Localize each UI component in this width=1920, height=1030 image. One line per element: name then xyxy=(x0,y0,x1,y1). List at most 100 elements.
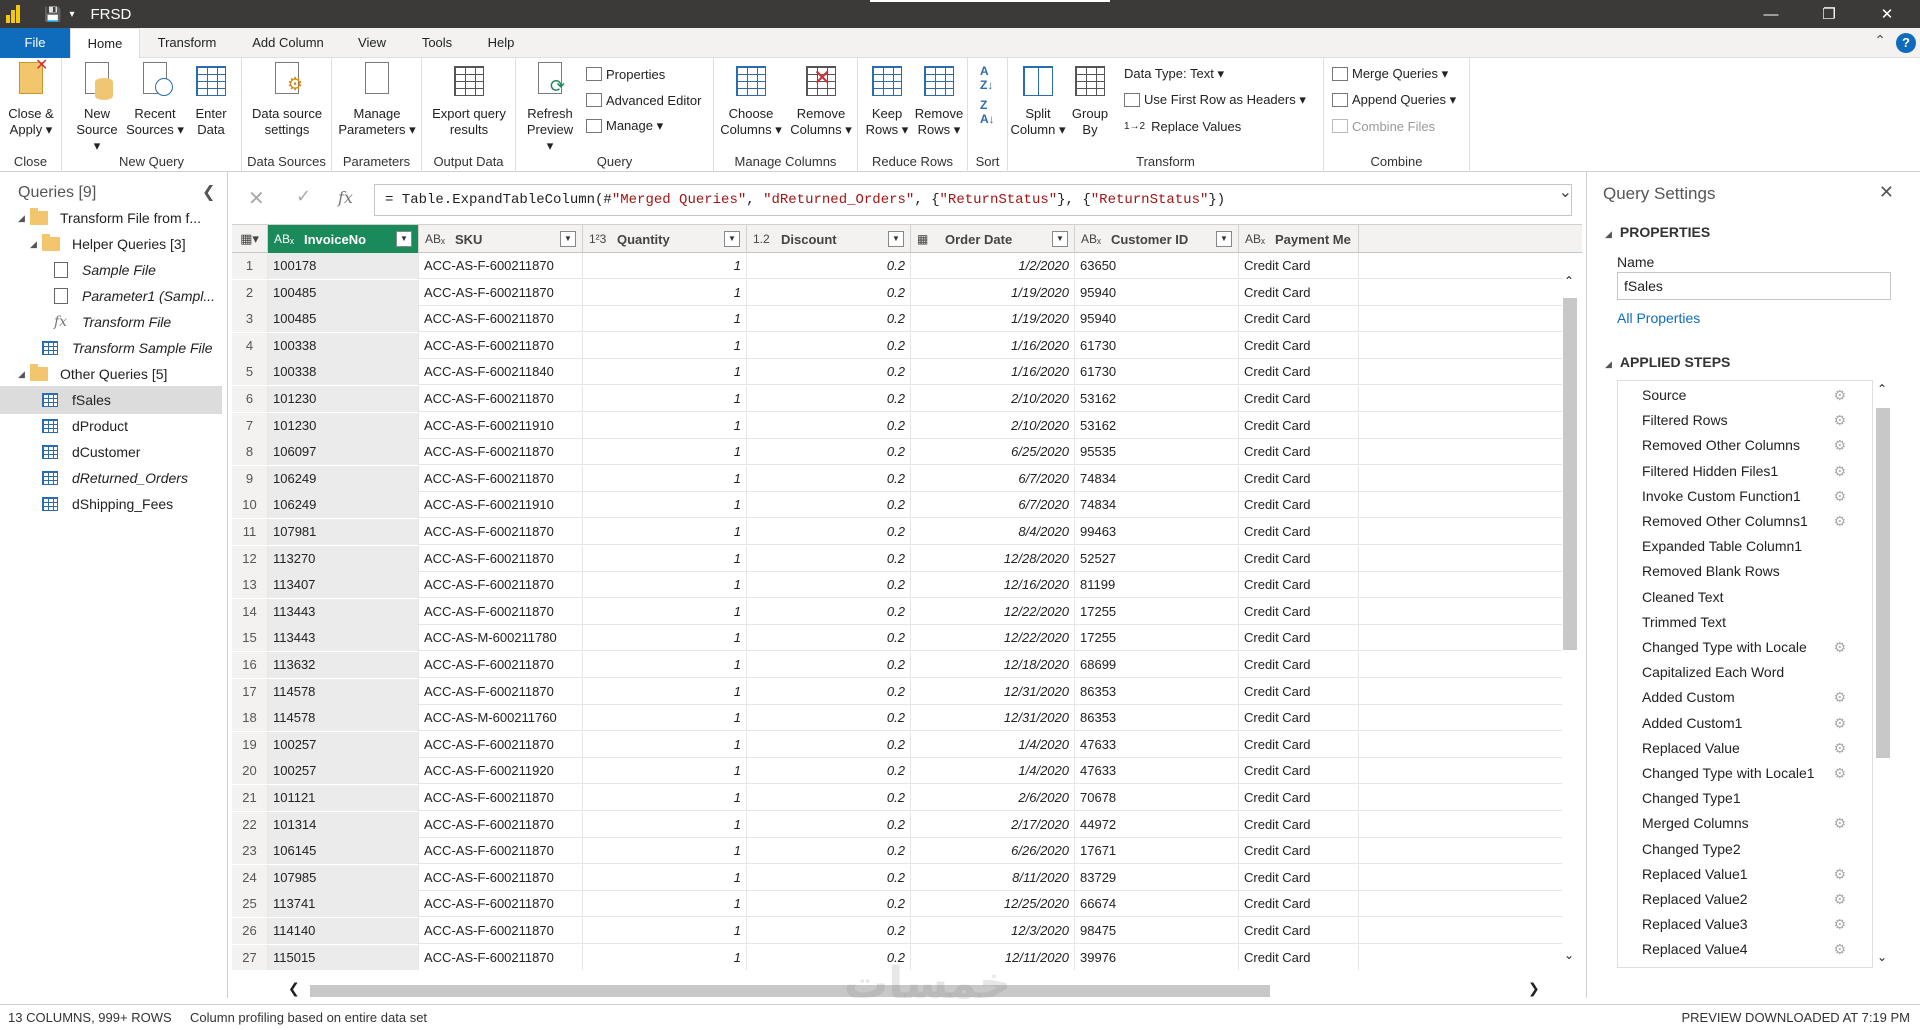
table-cell[interactable]: 1 xyxy=(583,545,747,572)
table-cell[interactable]: 0.2 xyxy=(747,864,911,891)
table-cell[interactable]: Credit Card xyxy=(1239,678,1359,705)
table-cell[interactable]: 8/4/2020 xyxy=(911,519,1075,545)
query-item[interactable]: dShipping_Fees xyxy=(0,490,222,518)
table-row[interactable]: 2 100485 ACC-AS-F-600211870 1 0.2 1/19/2020 95… xyxy=(232,279,1562,306)
table-cell[interactable]: 12/16/2020 xyxy=(911,572,1075,599)
table-cell[interactable]: 100485 xyxy=(268,306,419,333)
table-cell[interactable]: 106145 xyxy=(268,838,419,865)
table-cell[interactable]: 6/26/2020 xyxy=(911,838,1075,865)
table-cell[interactable]: 0.2 xyxy=(747,678,911,705)
table-row[interactable]: 14 113443 ACC-AS-F-600211870 1 0.2 12/22/2020… xyxy=(232,598,1562,625)
table-cell[interactable]: 52527 xyxy=(1075,545,1239,572)
table-cell[interactable]: Credit Card xyxy=(1239,785,1359,811)
table-cell[interactable]: Credit Card xyxy=(1239,705,1359,732)
table-cell[interactable]: 0.2 xyxy=(747,359,911,386)
column-header[interactable]: ABₓ Customer ID ▼ xyxy=(1075,225,1239,253)
column-header[interactable]: 1.2 Discount ▼ xyxy=(747,225,911,253)
table-cell[interactable]: 101121 xyxy=(268,785,419,811)
column-header[interactable]: ABₓ InvoiceNo ▼ xyxy=(268,225,419,253)
step-settings-gear-icon[interactable]: ⚙ xyxy=(1833,408,1846,433)
table-cell[interactable]: 0.2 xyxy=(747,731,911,758)
table-row[interactable]: 15 113443 ACC-AS-M-600211780 1 0.2 12/22/2020… xyxy=(232,625,1562,652)
table-row[interactable]: 11 107981 ACC-AS-F-600211870 1 0.2 8/4/2020 99… xyxy=(232,519,1562,545)
table-cell[interactable]: 101314 xyxy=(268,811,419,838)
column-profiling-toggle[interactable]: Column profiling based on entire data se… xyxy=(190,1010,427,1025)
table-cell[interactable]: 0.2 xyxy=(747,598,911,625)
remove-columns-button[interactable]: ✕ Remove Columns ▾ xyxy=(788,62,854,138)
applied-step[interactable]: Replaced Value1 ⚙ xyxy=(1618,862,1858,887)
table-cell[interactable]: 2/6/2020 xyxy=(911,785,1075,811)
table-cell[interactable]: 101230 xyxy=(268,412,419,439)
table-cell[interactable]: 1 xyxy=(583,731,747,758)
column-type-icon[interactable]: 1²3 xyxy=(589,232,607,246)
help-icon[interactable]: ? xyxy=(1896,33,1916,53)
column-type-icon[interactable]: ABₓ xyxy=(425,232,445,246)
table-cell[interactable]: 2/10/2020 xyxy=(911,386,1075,412)
step-settings-gear-icon[interactable]: ⚙ xyxy=(1833,811,1846,836)
applied-step[interactable]: Replaced Value4 ⚙ xyxy=(1618,937,1858,962)
column-filter-dropdown-icon[interactable]: ▼ xyxy=(560,231,576,247)
table-cell[interactable]: Credit Card xyxy=(1239,758,1359,785)
table-cell[interactable]: ACC-AS-F-600211910 xyxy=(419,412,583,439)
expand-icon[interactable]: ◢ xyxy=(18,369,30,380)
table-cell[interactable]: 1 xyxy=(583,439,747,466)
column-header[interactable]: 1²3 Quantity ▼ xyxy=(583,225,747,253)
applied-step[interactable]: Trimmed Text xyxy=(1618,610,1858,635)
table-row[interactable]: 16 113632 ACC-AS-F-600211870 1 0.2 12/18/2020… xyxy=(232,652,1562,678)
step-settings-gear-icon[interactable]: ⚙ xyxy=(1833,963,1846,968)
table-cell[interactable]: 101230 xyxy=(268,386,419,412)
table-cell[interactable]: 0.2 xyxy=(747,918,911,944)
table-row[interactable]: 13 113407 ACC-AS-F-600211870 1 0.2 12/16/2020… xyxy=(232,572,1562,599)
table-row[interactable]: 19 100257 ACC-AS-F-600211870 1 0.2 1/4/2020 47… xyxy=(232,731,1562,758)
table-cell[interactable]: 1 xyxy=(583,412,747,439)
table-cell[interactable]: Credit Card xyxy=(1239,279,1359,306)
table-cell[interactable]: 2/17/2020 xyxy=(911,811,1075,838)
table-cell[interactable]: 98475 xyxy=(1075,918,1239,944)
combine-files-button[interactable]: Combine Files xyxy=(1332,115,1435,137)
table-cell[interactable]: 100178 xyxy=(268,253,419,279)
tab-add-column[interactable]: Add Column xyxy=(242,28,334,58)
expand-icon[interactable]: ◢ xyxy=(30,239,42,250)
table-row[interactable]: 9 106249 ACC-AS-F-600211870 1 0.2 6/7/2020 748… xyxy=(232,465,1562,492)
table-cell[interactable]: 0.2 xyxy=(747,465,911,492)
close-window-button[interactable]: ✕ xyxy=(1864,0,1910,28)
table-cell[interactable]: Credit Card xyxy=(1239,731,1359,758)
step-settings-gear-icon[interactable]: ⚙ xyxy=(1833,433,1846,458)
advanced-editor-button[interactable]: Advanced Editor xyxy=(586,89,701,111)
step-settings-gear-icon[interactable]: ⚙ xyxy=(1833,912,1846,937)
table-cell[interactable]: ACC-AS-F-600211920 xyxy=(419,758,583,785)
recent-sources-button[interactable]: Recent Sources ▾ xyxy=(126,62,184,138)
query-item[interactable]: Parameter1 (Sampl... xyxy=(0,282,222,310)
properties-button[interactable]: Properties xyxy=(586,63,665,85)
table-cell[interactable]: ACC-AS-F-600211870 xyxy=(419,785,583,811)
applied-step[interactable]: Changed Type with Locale ⚙ xyxy=(1618,635,1858,660)
query-item[interactable]: Sample File xyxy=(0,256,222,284)
table-cell[interactable]: 1 xyxy=(583,465,747,492)
query-item[interactable]: ◢ Helper Queries [3] xyxy=(0,230,222,258)
table-cell[interactable]: 0.2 xyxy=(747,838,911,865)
table-cell[interactable]: 1 xyxy=(583,332,747,359)
table-cell[interactable]: 1/19/2020 xyxy=(911,279,1075,306)
sort-descending-icon[interactable]: Z A↓ xyxy=(980,98,995,126)
table-row[interactable]: 5 100338 ACC-AS-F-600211840 1 0.2 1/16/2020 61… xyxy=(232,359,1562,386)
table-cell[interactable]: Credit Card xyxy=(1239,439,1359,466)
title-bar-search[interactable] xyxy=(870,0,1110,2)
table-cell[interactable]: 86353 xyxy=(1075,705,1239,732)
applied-step[interactable]: Changed Type1 xyxy=(1618,786,1858,811)
manage-parameters-button[interactable]: Manage Parameters ▾ xyxy=(334,62,420,138)
replace-values-button[interactable]: 1→2 Replace Values xyxy=(1124,115,1241,137)
table-cell[interactable]: 113632 xyxy=(268,652,419,678)
table-cell[interactable]: 1 xyxy=(583,279,747,306)
table-cell[interactable]: 1 xyxy=(583,944,747,970)
enter-data-button[interactable]: Enter Data xyxy=(186,62,236,138)
table-cell[interactable]: 1 xyxy=(583,519,747,545)
applied-step[interactable]: Replaced Value2 ⚙ xyxy=(1618,887,1858,912)
table-cell[interactable]: ACC-AS-F-600211870 xyxy=(419,439,583,466)
table-cell[interactable]: 100338 xyxy=(268,332,419,359)
table-cell[interactable]: 12/28/2020 xyxy=(911,545,1075,572)
table-cell[interactable]: 1 xyxy=(583,386,747,412)
column-type-icon[interactable]: ABₓ xyxy=(1245,232,1265,246)
step-settings-gear-icon[interactable]: ⚙ xyxy=(1833,484,1846,509)
table-cell[interactable]: 6/7/2020 xyxy=(911,492,1075,519)
data-type-dropdown[interactable]: Data Type: Text ▾ xyxy=(1124,63,1224,85)
